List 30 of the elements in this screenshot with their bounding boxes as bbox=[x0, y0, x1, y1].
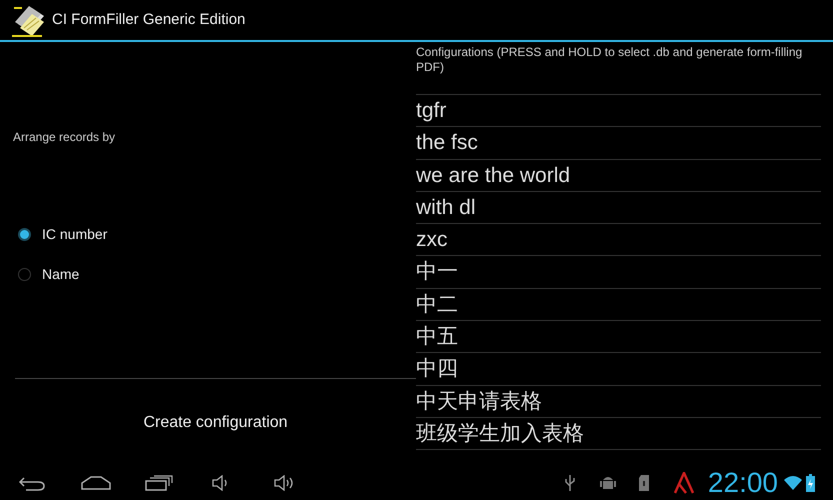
list-header: Configurations (PRESS and HOLD to select .db and generate form-filling PDF) bbox=[416, 45, 804, 75]
configuration-item[interactable]: we are the world bbox=[416, 160, 821, 192]
volume-down-icon[interactable] bbox=[211, 474, 229, 490]
configuration-item[interactable]: 中五 bbox=[416, 321, 821, 354]
radio-label: IC number bbox=[42, 225, 108, 244]
usb-icon bbox=[564, 474, 576, 492]
app-title: CI FormFiller Generic Edition bbox=[52, 10, 246, 30]
section-label: Arrange records by bbox=[13, 129, 116, 146]
configuration-item[interactable]: zxc bbox=[416, 224, 821, 256]
back-icon[interactable] bbox=[18, 474, 46, 490]
create-configuration-button[interactable]: Create configuration bbox=[15, 379, 416, 465]
battery-icon bbox=[806, 474, 815, 492]
configuration-item[interactable]: 中二 bbox=[416, 288, 821, 322]
home-icon[interactable] bbox=[81, 476, 111, 490]
configuration-item[interactable]: 中一 bbox=[416, 256, 821, 289]
configuration-item[interactable]: tgfr bbox=[416, 95, 821, 128]
configuration-item[interactable]: 班级学生加入表格 bbox=[416, 418, 821, 450]
configuration-item[interactable]: 中天申请表格 bbox=[416, 386, 821, 418]
configuration-item[interactable]: 中四 bbox=[416, 353, 821, 386]
radio-button[interactable] bbox=[18, 268, 31, 281]
sd-card-icon bbox=[638, 474, 650, 492]
radio-button[interactable] bbox=[18, 228, 31, 241]
wifi-icon bbox=[784, 474, 802, 490]
configuration-item[interactable]: with dl bbox=[416, 192, 821, 224]
clock: 22:00 bbox=[708, 468, 778, 496]
configuration-item[interactable]: the fsc bbox=[416, 127, 821, 160]
radio-label: Name bbox=[42, 265, 80, 284]
letter-a-logo-icon bbox=[674, 472, 694, 494]
recent-apps-icon[interactable] bbox=[145, 474, 173, 490]
volume-up-icon[interactable] bbox=[273, 474, 295, 490]
